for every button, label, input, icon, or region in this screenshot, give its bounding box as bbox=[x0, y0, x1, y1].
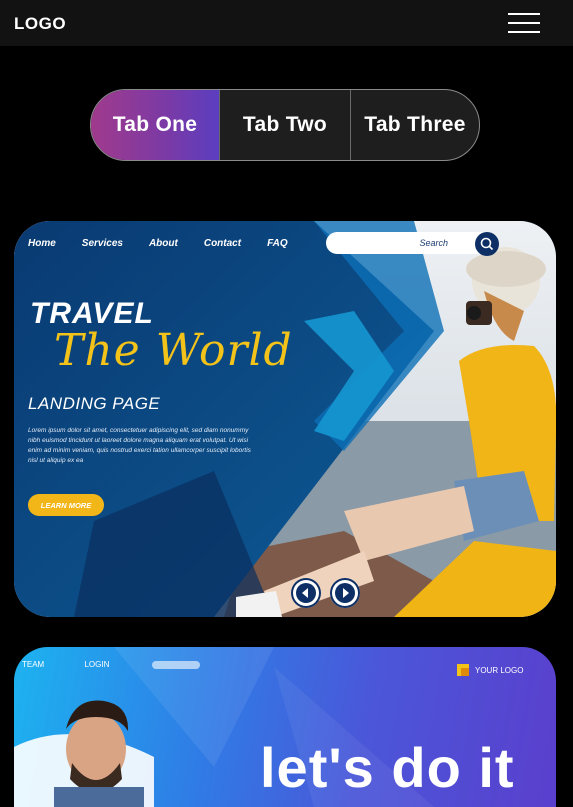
search-input[interactable]: Search bbox=[326, 232, 498, 254]
carousel-next-button[interactable] bbox=[330, 578, 360, 608]
travel-banner: Home Services About Contact FAQ Search T… bbox=[14, 221, 556, 617]
hamburger-menu-icon[interactable] bbox=[508, 12, 540, 34]
top-navbar: LOGO bbox=[0, 0, 573, 46]
nav-login[interactable]: LOGIN bbox=[84, 660, 109, 669]
nav-home[interactable]: Home bbox=[28, 238, 56, 249]
banner-nav: Home Services About Contact FAQ bbox=[28, 238, 314, 249]
your-logo-text: YOUR LOGO bbox=[475, 666, 524, 675]
carousel-prev-button[interactable] bbox=[291, 578, 321, 608]
chevron-left-icon bbox=[296, 583, 316, 603]
banner2-bar bbox=[152, 661, 200, 669]
banner-heading: LANDING PAGE bbox=[28, 394, 161, 413]
travel-hero-image bbox=[14, 221, 556, 617]
nav-services[interactable]: Services bbox=[82, 238, 123, 249]
nav-contact[interactable]: Contact bbox=[204, 238, 241, 249]
menu-line bbox=[508, 22, 540, 24]
nav-about[interactable]: About bbox=[149, 238, 178, 249]
nav-team[interactable]: TEAM bbox=[22, 660, 44, 669]
team-banner: TEAM LOGIN YOUR LOGO let's do it bbox=[14, 647, 556, 807]
search-placeholder: Search bbox=[419, 238, 448, 248]
tab-three[interactable]: Tab Three bbox=[350, 90, 479, 160]
search-icon[interactable] bbox=[475, 232, 499, 256]
banner-body-text: Lorem ipsum dolor sit amet, consectetuer… bbox=[28, 427, 251, 464]
banner-subtitle: The World bbox=[54, 325, 293, 376]
learn-more-button[interactable]: LEARN MORE bbox=[28, 494, 104, 516]
tab-group: Tab One Tab Two Tab Three bbox=[90, 89, 480, 161]
person-photo bbox=[54, 700, 144, 807]
nav-faq[interactable]: FAQ bbox=[267, 238, 288, 249]
logo-mark-icon bbox=[457, 664, 469, 676]
tab-one[interactable]: Tab One bbox=[91, 90, 219, 160]
banner2-title: let's do it bbox=[260, 736, 515, 799]
menu-line bbox=[508, 13, 540, 15]
tab-two[interactable]: Tab Two bbox=[219, 90, 350, 160]
banner2-nav: TEAM LOGIN bbox=[22, 660, 147, 669]
chevron-right-icon bbox=[335, 583, 355, 603]
logo[interactable]: LOGO bbox=[14, 14, 66, 34]
menu-line bbox=[508, 31, 540, 33]
